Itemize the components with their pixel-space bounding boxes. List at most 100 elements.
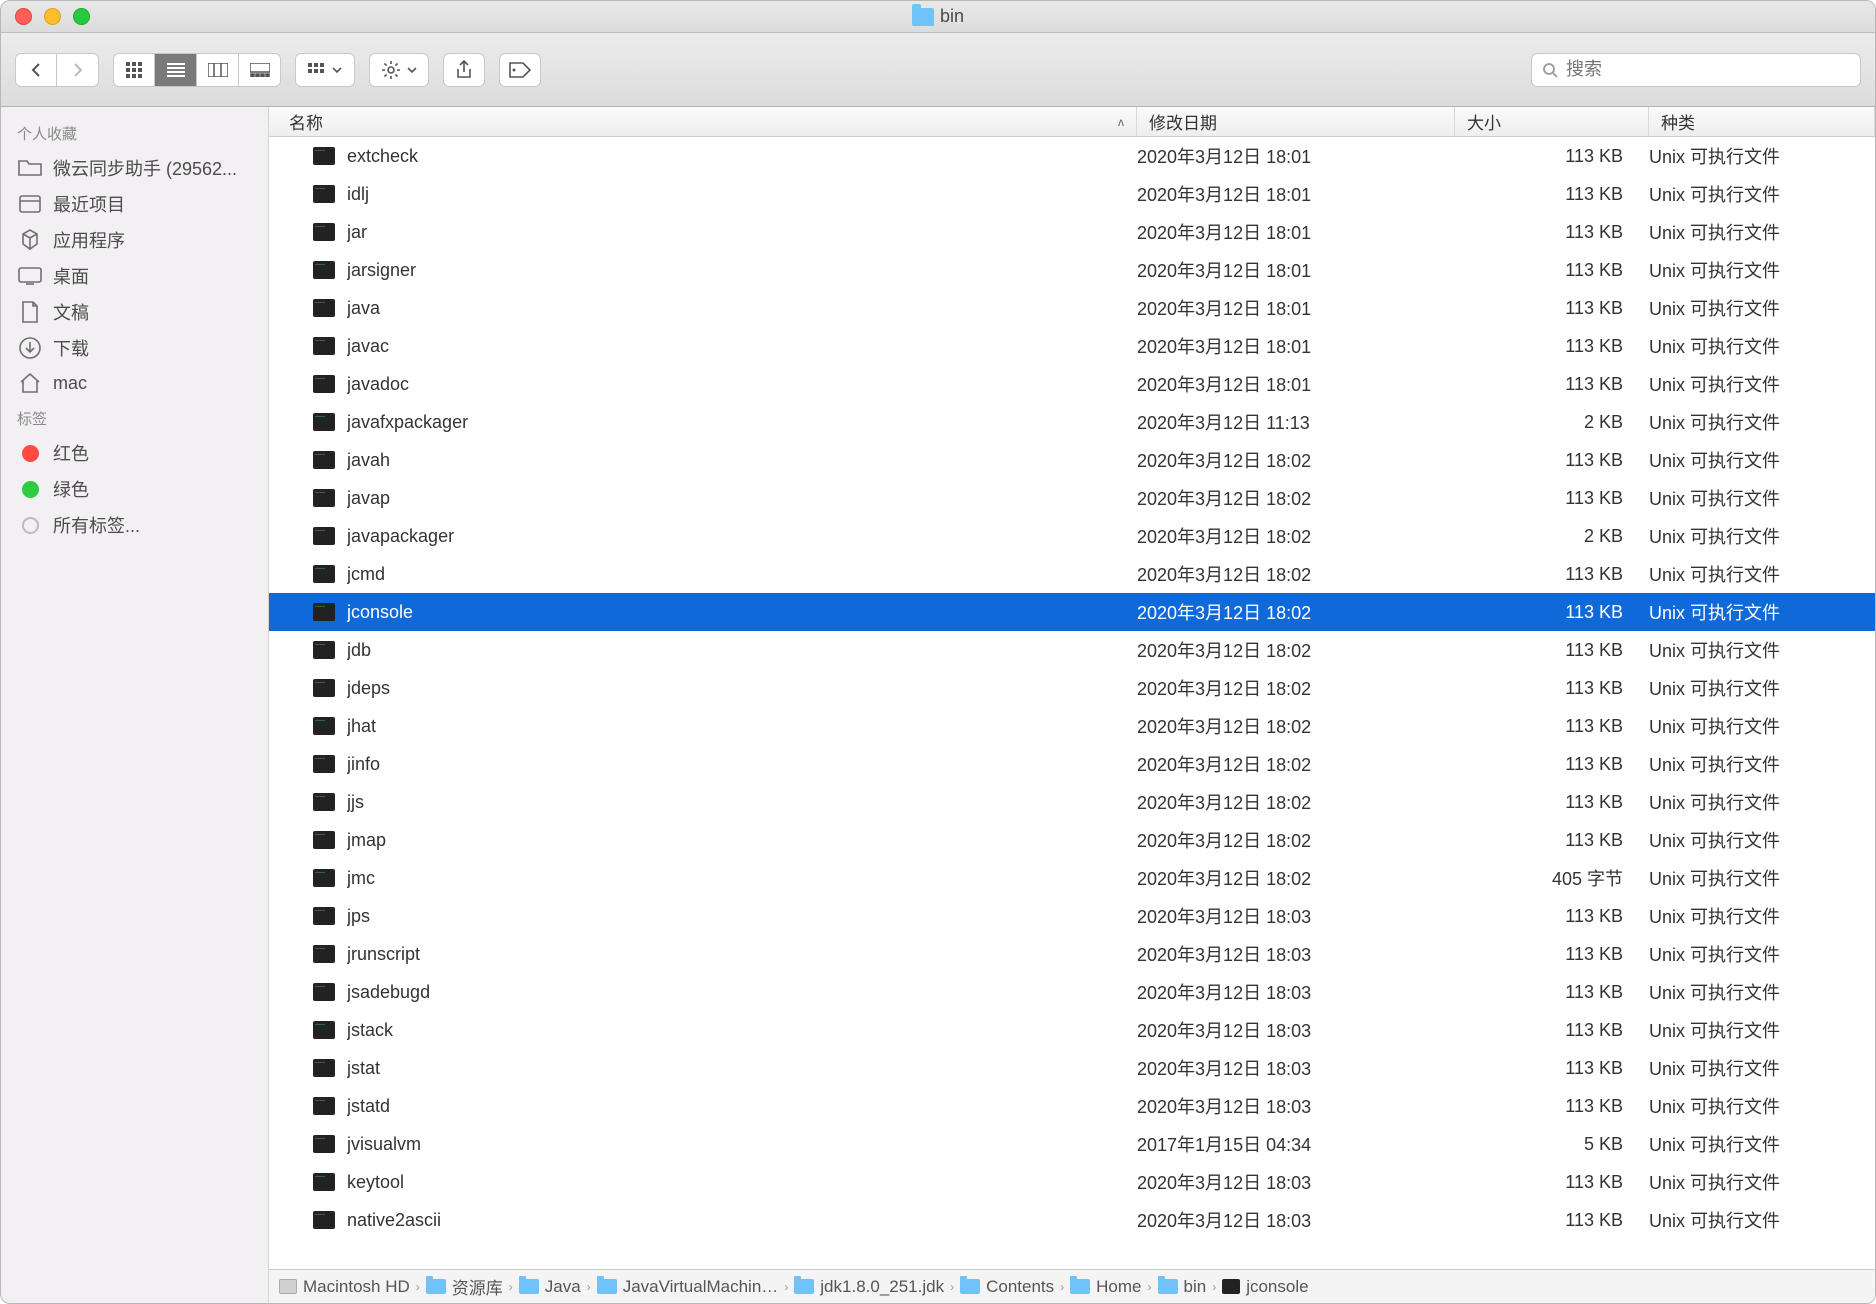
sidebar-item-label: 桌面 [53, 263, 89, 289]
file-row[interactable]: jdeps 2020年3月12日 18:02 113 KB Unix 可执行文件 [269, 669, 1875, 707]
path-crumb[interactable]: Java [519, 1277, 581, 1297]
file-row[interactable]: jmap 2020年3月12日 18:02 113 KB Unix 可执行文件 [269, 821, 1875, 859]
sidebar-item-documents[interactable]: 文稿 [1, 294, 268, 330]
path-crumb[interactable]: 资源库 [426, 1274, 503, 1299]
folder-icon [519, 1279, 539, 1294]
path-bar: Macintosh HD›资源库›Java›JavaVirtualMachin…… [269, 1269, 1875, 1303]
path-crumb[interactable]: Macintosh HD [279, 1277, 410, 1297]
sidebar-tag-grey[interactable]: 所有标签... [1, 507, 268, 543]
file-row[interactable]: idlj 2020年3月12日 18:01 113 KB Unix 可执行文件 [269, 175, 1875, 213]
file-date: 2020年3月12日 18:02 [1137, 523, 1455, 549]
path-crumb[interactable]: JavaVirtualMachin… [597, 1277, 779, 1297]
gallery-view-button[interactable] [239, 53, 281, 87]
file-kind: Unix 可执行文件 [1649, 143, 1875, 169]
arrange-button[interactable] [295, 53, 355, 87]
file-row[interactable]: javac 2020年3月12日 18:01 113 KB Unix 可执行文件 [269, 327, 1875, 365]
file-row[interactable]: javadoc 2020年3月12日 18:01 113 KB Unix 可执行… [269, 365, 1875, 403]
gear-icon [381, 60, 401, 80]
sidebar-item-home[interactable]: mac [1, 366, 268, 400]
file-row[interactable]: jvisualvm 2017年1月15日 04:34 5 KB Unix 可执行… [269, 1125, 1875, 1163]
file-row[interactable]: javafxpackager 2020年3月12日 11:13 2 KB Uni… [269, 403, 1875, 441]
sidebar-tag-green[interactable]: 绿色 [1, 471, 268, 507]
file-date: 2020年3月12日 18:03 [1137, 1093, 1455, 1119]
file-row[interactable]: keytool 2020年3月12日 18:03 113 KB Unix 可执行… [269, 1163, 1875, 1201]
forward-button[interactable] [57, 53, 99, 87]
path-crumb[interactable]: Contents [960, 1277, 1054, 1297]
share-button[interactable] [443, 53, 485, 87]
chevron-right-icon: › [587, 1280, 591, 1294]
column-kind[interactable]: 种类 [1649, 107, 1875, 136]
file-row[interactable]: java 2020年3月12日 18:01 113 KB Unix 可执行文件 [269, 289, 1875, 327]
file-row[interactable]: jrunscript 2020年3月12日 18:03 113 KB Unix … [269, 935, 1875, 973]
file-row[interactable]: jmc 2020年3月12日 18:02 405 字节 Unix 可执行文件 [269, 859, 1875, 897]
file-row[interactable]: jhat 2020年3月12日 18:02 113 KB Unix 可执行文件 [269, 707, 1875, 745]
tags-button[interactable] [499, 53, 541, 87]
icon-view-button[interactable] [113, 53, 155, 87]
back-button[interactable] [15, 53, 57, 87]
executable-icon [313, 1211, 335, 1229]
sidebar-item-folder[interactable]: 微云同步助手 (29562... [1, 150, 268, 186]
sidebar-item-desktop[interactable]: 桌面 [1, 258, 268, 294]
file-row[interactable]: native2ascii 2020年3月12日 18:03 113 KB Uni… [269, 1201, 1875, 1239]
file-name: jstatd [347, 1096, 1137, 1117]
folder-icon [17, 156, 43, 180]
file-size: 2 KB [1455, 412, 1649, 433]
file-size: 113 KB [1455, 336, 1649, 357]
main-panel: 名称 ʌ 修改日期 大小 种类 extcheck 2020年3月12日 18:0… [269, 107, 1875, 1303]
file-size: 113 KB [1455, 1020, 1649, 1041]
titlebar[interactable]: bin [1, 1, 1875, 33]
path-crumb[interactable]: Home [1070, 1277, 1141, 1297]
path-crumb[interactable]: jconsole [1222, 1277, 1308, 1297]
chevron-right-icon: › [950, 1280, 954, 1294]
column-name[interactable]: 名称 ʌ [269, 107, 1137, 136]
file-row[interactable]: jdb 2020年3月12日 18:02 113 KB Unix 可执行文件 [269, 631, 1875, 669]
sidebar-item-label: 文稿 [53, 299, 89, 325]
maximize-icon[interactable] [73, 8, 90, 25]
file-kind: Unix 可执行文件 [1649, 333, 1875, 359]
search-input[interactable] [1566, 59, 1850, 80]
file-size: 113 KB [1455, 830, 1649, 851]
list-view-button[interactable] [155, 53, 197, 87]
file-row[interactable]: jarsigner 2020年3月12日 18:01 113 KB Unix 可… [269, 251, 1875, 289]
file-kind: Unix 可执行文件 [1649, 1131, 1875, 1157]
path-crumb[interactable]: bin [1158, 1277, 1207, 1297]
column-date[interactable]: 修改日期 [1137, 107, 1455, 136]
close-icon[interactable] [15, 8, 32, 25]
executable-icon [1222, 1279, 1240, 1294]
executable-icon [313, 1173, 335, 1191]
downloads-icon [17, 336, 43, 360]
file-row[interactable]: jar 2020年3月12日 18:01 113 KB Unix 可执行文件 [269, 213, 1875, 251]
file-row[interactable]: jstatd 2020年3月12日 18:03 113 KB Unix 可执行文… [269, 1087, 1875, 1125]
column-view-button[interactable] [197, 53, 239, 87]
executable-icon [313, 755, 335, 773]
file-row[interactable]: jps 2020年3月12日 18:03 113 KB Unix 可执行文件 [269, 897, 1875, 935]
file-row[interactable]: jinfo 2020年3月12日 18:02 113 KB Unix 可执行文件 [269, 745, 1875, 783]
sidebar-tag-red[interactable]: 红色 [1, 435, 268, 471]
file-row[interactable]: javah 2020年3月12日 18:02 113 KB Unix 可执行文件 [269, 441, 1875, 479]
file-row[interactable]: jstack 2020年3月12日 18:03 113 KB Unix 可执行文… [269, 1011, 1875, 1049]
file-kind: Unix 可执行文件 [1649, 371, 1875, 397]
path-crumb[interactable]: jdk1.8.0_251.jdk [794, 1277, 944, 1297]
file-row[interactable]: jsadebugd 2020年3月12日 18:03 113 KB Unix 可… [269, 973, 1875, 1011]
file-row[interactable]: jstat 2020年3月12日 18:03 113 KB Unix 可执行文件 [269, 1049, 1875, 1087]
file-row[interactable]: extcheck 2020年3月12日 18:01 113 KB Unix 可执… [269, 137, 1875, 175]
file-rows[interactable]: extcheck 2020年3月12日 18:01 113 KB Unix 可执… [269, 137, 1875, 1269]
file-row[interactable]: jcmd 2020年3月12日 18:02 113 KB Unix 可执行文件 [269, 555, 1875, 593]
file-date: 2020年3月12日 18:01 [1137, 181, 1455, 207]
column-size-label: 大小 [1467, 109, 1501, 134]
search-field[interactable] [1531, 53, 1861, 87]
column-size[interactable]: 大小 [1455, 107, 1649, 136]
sidebar-item-recents[interactable]: 最近项目 [1, 186, 268, 222]
file-row[interactable]: jjs 2020年3月12日 18:02 113 KB Unix 可执行文件 [269, 783, 1875, 821]
sidebar-item-downloads[interactable]: 下载 [1, 330, 268, 366]
file-row[interactable]: javap 2020年3月12日 18:02 113 KB Unix 可执行文件 [269, 479, 1875, 517]
file-row[interactable]: jconsole 2020年3月12日 18:02 113 KB Unix 可执… [269, 593, 1875, 631]
file-kind: Unix 可执行文件 [1649, 295, 1875, 321]
sidebar-item-apps[interactable]: 应用程序 [1, 222, 268, 258]
minimize-icon[interactable] [44, 8, 61, 25]
file-size: 113 KB [1455, 222, 1649, 243]
file-name: idlj [347, 184, 1137, 205]
file-row[interactable]: javapackager 2020年3月12日 18:02 2 KB Unix … [269, 517, 1875, 555]
sidebar: 个人收藏 微云同步助手 (29562...最近项目应用程序桌面文稿下载mac 标… [1, 107, 269, 1303]
action-button[interactable] [369, 53, 429, 87]
